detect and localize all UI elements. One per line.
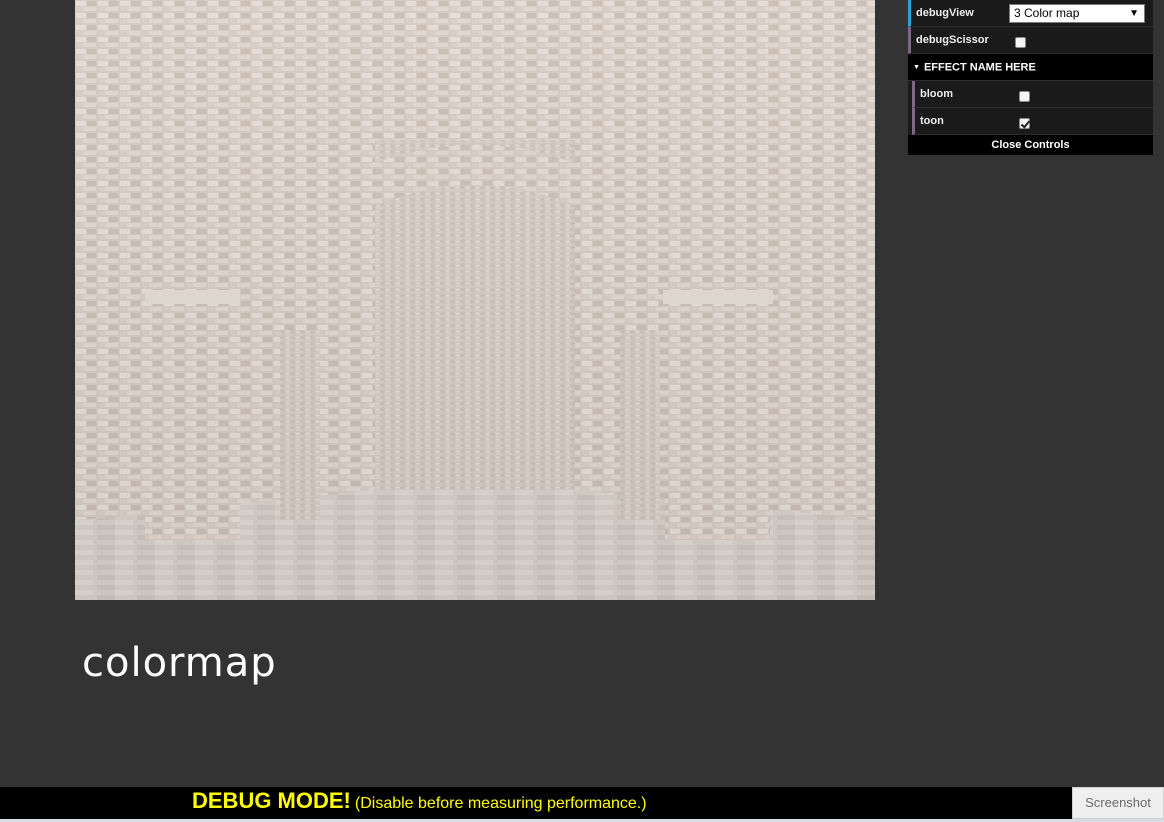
- folder-expanded-icon: ▼: [913, 64, 920, 71]
- bloom-checkbox[interactable]: [1019, 91, 1030, 102]
- debug-scissor-row: debugScissor: [908, 27, 1153, 54]
- bloom-row: bloom: [912, 81, 1153, 108]
- toon-checkbox[interactable]: [1019, 118, 1030, 129]
- close-controls-button[interactable]: Close Controls: [908, 135, 1153, 155]
- toon-label: toon: [920, 115, 944, 127]
- bloom-label: bloom: [920, 88, 953, 100]
- debug-banner-text: DEBUG MODE! (Disable before measuring per…: [192, 788, 647, 814]
- effect-folder-header[interactable]: ▼ EFFECT NAME HERE: [908, 54, 1153, 81]
- debug-mode-note: (Disable before measuring performance.): [354, 795, 647, 812]
- screenshot-button[interactable]: Screenshot: [1072, 787, 1164, 819]
- controls-panel: debugView 3 Color map ▼ debugScissor ▼ EF…: [908, 0, 1153, 155]
- debug-view-row: debugView 3 Color map ▼: [908, 0, 1153, 27]
- dropdown-arrow-icon: ▼: [1129, 8, 1139, 19]
- debug-view-select[interactable]: 3 Color map ▼: [1009, 4, 1145, 23]
- debug-view-label: debugView: [916, 7, 974, 19]
- debug-view-selected-value: 3 Color map: [1014, 6, 1080, 20]
- debug-scissor-checkbox[interactable]: [1015, 37, 1026, 48]
- debug-scissor-label: debugScissor: [916, 34, 989, 46]
- effect-folder-body: bloom toon: [908, 81, 1153, 135]
- effect-folder-title: EFFECT NAME HERE: [923, 61, 1036, 74]
- render-canvas[interactable]: [75, 0, 875, 600]
- toon-row: toon: [912, 108, 1153, 135]
- scene-render: [75, 0, 875, 600]
- debug-mode-title: DEBUG MODE!: [192, 788, 351, 813]
- debug-view-caption: colormap: [82, 640, 277, 686]
- debug-mode-banner: DEBUG MODE! (Disable before measuring per…: [0, 787, 1164, 822]
